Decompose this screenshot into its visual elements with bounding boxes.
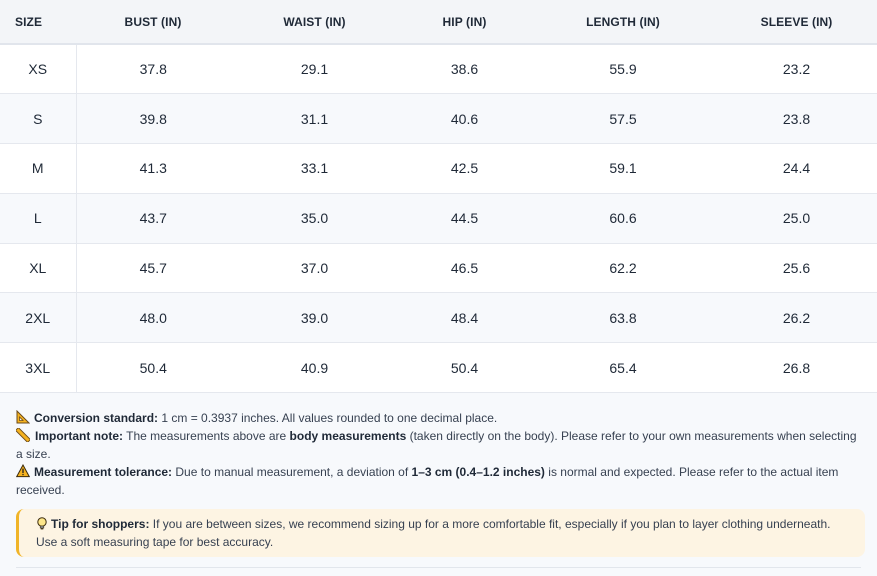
tip-text: If you are between sizes, we recommend s… <box>36 517 831 549</box>
bust-cell: 50.4 <box>76 342 230 394</box>
sleeve-cell: 25.0 <box>716 193 877 244</box>
size-cell: S <box>0 93 77 145</box>
waist-cell: 39.0 <box>230 292 399 344</box>
length-cell: 59.1 <box>530 143 716 194</box>
table-row: 3XL 50.4 40.9 50.4 65.4 26.8 <box>0 342 877 394</box>
header-length: LENGTH (IN) <box>530 0 716 45</box>
tolerance-label: Measurement tolerance: <box>34 465 173 479</box>
waist-cell: 37.0 <box>230 243 399 294</box>
important-emphasis: body measurements <box>289 429 407 443</box>
warning-icon <box>15 463 31 478</box>
table-row: L 43.7 35.0 44.5 60.6 25.0 <box>0 193 877 244</box>
waist-cell: 29.1 <box>230 44 399 95</box>
waist-cell: 33.1 <box>230 143 399 194</box>
hip-cell: 46.5 <box>399 243 530 294</box>
conversion-text: 1 cm = 0.3937 inches. All values rounded… <box>158 411 498 425</box>
sleeve-cell: 23.8 <box>716 93 877 145</box>
header-size: SIZE <box>0 0 76 45</box>
length-cell: 62.2 <box>530 243 716 294</box>
sleeve-cell: 24.4 <box>716 143 877 194</box>
table-row: XL 45.7 37.0 46.5 62.2 25.6 <box>0 243 877 294</box>
hip-cell: 38.6 <box>399 44 530 95</box>
size-cell: XL <box>0 243 77 294</box>
sleeve-cell: 25.6 <box>716 243 877 294</box>
shopper-tip: Tip for shoppers: If you are between siz… <box>16 509 865 557</box>
conversion-label: Conversion standard: <box>34 411 159 425</box>
header-bust: BUST (IN) <box>76 0 230 45</box>
hip-cell: 50.4 <box>399 342 530 394</box>
table-row: M 41.3 33.1 42.5 59.1 24.4 <box>0 143 877 194</box>
hip-cell: 40.6 <box>399 93 530 145</box>
size-cell: M <box>0 143 77 194</box>
waist-cell: 31.1 <box>230 93 399 145</box>
bust-cell: 39.8 <box>76 93 230 145</box>
size-notes: Conversion standard: 1 cm = 0.3937 inche… <box>0 393 877 576</box>
size-chart-header: SIZE BUST (IN) WAIST (IN) HIP (IN) LENGT… <box>0 0 877 45</box>
length-cell: 57.5 <box>530 93 716 145</box>
header-waist: WAIST (IN) <box>230 0 399 45</box>
table-row: S 39.8 31.1 40.6 57.5 23.8 <box>0 93 877 145</box>
waist-cell: 35.0 <box>230 193 399 244</box>
table-row: XS 37.8 29.1 38.6 55.9 23.2 <box>0 44 877 95</box>
lightbulb-icon <box>36 517 48 530</box>
important-note: Important note: The measurements above a… <box>15 427 861 463</box>
ruler-triangle-icon <box>16 409 31 424</box>
size-cell: 2XL <box>0 292 77 344</box>
tip-label: Tip for shoppers: <box>51 517 150 531</box>
size-chart-table: SIZE BUST (IN) WAIST (IN) HIP (IN) LENGT… <box>0 0 877 394</box>
header-hip: HIP (IN) <box>399 0 530 45</box>
bottom-divider <box>16 567 861 568</box>
important-label: Important note: <box>35 429 123 443</box>
header-row: SIZE BUST (IN) WAIST (IN) HIP (IN) LENGT… <box>0 0 877 45</box>
header-sleeve: SLEEVE (IN) <box>716 0 877 45</box>
bust-cell: 48.0 <box>76 292 230 344</box>
size-cell: XS <box>0 44 77 95</box>
conversion-note: Conversion standard: 1 cm = 0.3937 inche… <box>16 409 861 427</box>
waist-cell: 40.9 <box>230 342 399 394</box>
length-cell: 63.8 <box>530 292 716 344</box>
bust-cell: 37.8 <box>76 44 230 95</box>
sleeve-cell: 26.2 <box>716 292 877 344</box>
sleeve-cell: 23.2 <box>716 44 877 95</box>
sleeve-cell: 26.8 <box>716 342 877 394</box>
length-cell: 55.9 <box>530 44 716 95</box>
table-row: 2XL 48.0 39.0 48.4 63.8 26.2 <box>0 292 877 344</box>
tolerance-note: Measurement tolerance: Due to manual mea… <box>15 463 861 499</box>
length-cell: 60.6 <box>530 193 716 244</box>
tolerance-emphasis: 1–3 cm (0.4–1.2 inches) <box>411 465 545 479</box>
bust-cell: 45.7 <box>76 243 230 294</box>
hip-cell: 42.5 <box>399 143 530 194</box>
size-cell: 3XL <box>0 342 77 394</box>
important-text-before: The measurements above are <box>123 429 290 443</box>
ruler-icon <box>15 427 31 443</box>
bust-cell: 43.7 <box>76 193 230 244</box>
bust-cell: 41.3 <box>76 143 230 194</box>
size-chart-body: XS 37.8 29.1 38.6 55.9 23.2 S 39.8 31.1 … <box>0 44 877 394</box>
hip-cell: 44.5 <box>399 193 530 244</box>
length-cell: 65.4 <box>530 342 716 394</box>
tolerance-text-before: Due to manual measurement, a deviation o… <box>172 465 412 479</box>
size-cell: L <box>0 193 77 244</box>
hip-cell: 48.4 <box>399 292 530 344</box>
